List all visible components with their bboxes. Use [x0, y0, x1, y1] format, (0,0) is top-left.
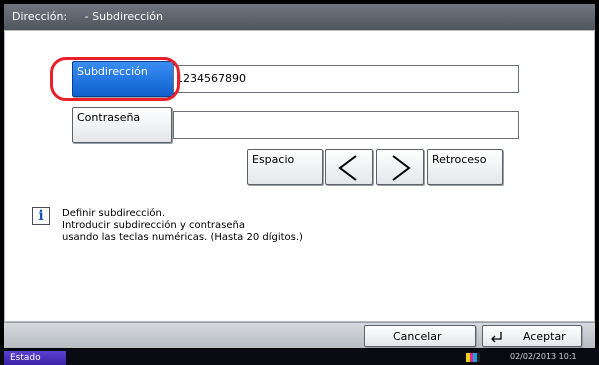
- status-button[interactable]: Estado: [4, 351, 66, 365]
- password-button[interactable]: Contraseña: [72, 107, 172, 143]
- accept-button-label: Aceptar: [523, 330, 566, 343]
- info-line-3: usando las teclas numéricas. (Hasta 20 d…: [62, 232, 303, 243]
- status-label: Estado: [10, 353, 41, 363]
- password-field[interactable]: [173, 111, 519, 139]
- main-content: Subdirección 1234567890 Contraseña Espac…: [4, 30, 595, 322]
- subaddress-field-value: 1234567890: [176, 72, 246, 85]
- title-value: - Subdirección: [84, 10, 163, 23]
- info-icon: i: [32, 207, 50, 225]
- chevron-left-icon: [338, 155, 357, 181]
- device-panel: Dirección: - Subdirección Subdirección 1…: [0, 0, 599, 365]
- status-bar: Estado 02/02/2013 10:1: [0, 349, 599, 365]
- toner-black: [476, 353, 480, 362]
- info-line-2: Introducir subdirección y contraseña: [62, 220, 245, 231]
- subaddress-field[interactable]: 1234567890: [173, 65, 519, 93]
- datetime-display: 02/02/2013 10:1: [510, 352, 577, 361]
- info-line-1: Definir subdirección.: [62, 208, 166, 219]
- subaddress-button[interactable]: Subdirección: [72, 61, 174, 97]
- toner-level-icon: [466, 353, 480, 362]
- subaddress-button-label: Subdirección: [77, 65, 148, 78]
- cursor-left-button[interactable]: [325, 149, 373, 185]
- footer-bar: Cancelar Aceptar: [4, 322, 595, 348]
- backspace-button[interactable]: Retroceso: [427, 149, 503, 185]
- accept-button[interactable]: Aceptar: [482, 325, 582, 347]
- backspace-button-label: Retroceso: [432, 153, 487, 166]
- password-button-label: Contraseña: [77, 111, 141, 124]
- title-label: Dirección:: [12, 10, 68, 23]
- cursor-right-button[interactable]: [376, 149, 424, 185]
- space-button[interactable]: Espacio: [247, 149, 323, 185]
- chevron-right-icon: [392, 155, 411, 181]
- cancel-button[interactable]: Cancelar: [364, 325, 476, 347]
- enter-icon: [491, 332, 502, 343]
- space-button-label: Espacio: [252, 153, 295, 166]
- info-message: Definir subdirección. Introducir subdire…: [62, 208, 303, 244]
- title-bar: Dirección: - Subdirección: [4, 4, 595, 30]
- cancel-button-label: Cancelar: [393, 330, 442, 343]
